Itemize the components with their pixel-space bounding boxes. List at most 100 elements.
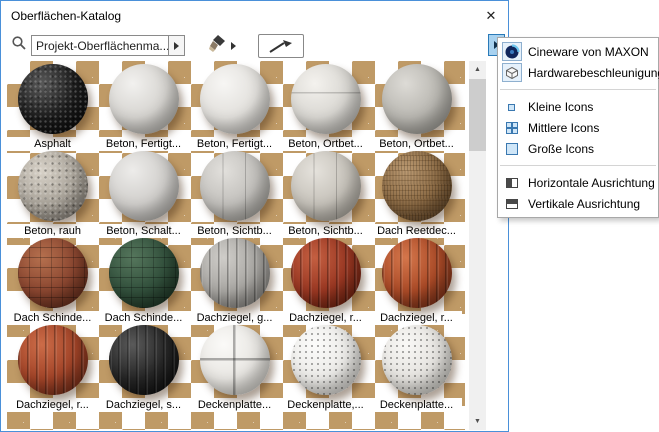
menu-separator	[500, 165, 656, 166]
material-item[interactable]: Beton, Fertigt...	[98, 64, 189, 151]
material-sphere[interactable]	[108, 238, 179, 308]
material-label: Beton, Sichtb...	[189, 224, 280, 238]
panel-context-menu: Cineware von MAXON Hardwarebeschleunigung…	[497, 37, 659, 218]
material-sphere[interactable]	[17, 325, 88, 395]
menu-separator	[500, 89, 656, 90]
material-label: Dachziegel, g...	[189, 311, 280, 325]
scrollbar-thumb[interactable]	[469, 79, 486, 151]
material-sphere[interactable]	[381, 151, 452, 221]
eyedropper-icon	[269, 39, 292, 53]
material-label: Dachziegel, r...	[7, 398, 98, 412]
material-label: Dachziegel, r...	[280, 311, 371, 325]
material-grid: Asphalt Beton, Fertigt... Beton, Fertigt..…	[7, 61, 465, 412]
chevron-right-icon	[174, 41, 179, 50]
material-item[interactable]: Beton, Ortbet...	[371, 64, 462, 151]
material-label: Beton, rauh	[7, 224, 98, 238]
material-label: Asphalt	[7, 137, 98, 151]
small-icons-icon	[502, 97, 522, 116]
material-grid-area: Asphalt Beton, Fertigt... Beton, Fertigt..…	[7, 61, 465, 430]
toolbar: Projekt-Oberflächenma...	[1, 30, 508, 61]
material-item[interactable]: Deckenplatte...	[371, 325, 462, 412]
brush-flyout-icon[interactable]	[231, 41, 236, 50]
vertical-alignment-icon	[502, 194, 522, 213]
surface-catalog-window: Oberflächen-Katalog ✕ Projekt-Oberfläche…	[0, 0, 509, 432]
material-item[interactable]: Beton, Sichtb...	[280, 151, 371, 238]
material-label: Beton, Fertigt...	[189, 137, 280, 151]
material-item[interactable]: Asphalt	[7, 64, 98, 151]
material-label: Dachziegel, r...	[371, 311, 462, 325]
material-sphere[interactable]	[108, 64, 179, 134]
material-item[interactable]: Deckenplatte,...	[280, 325, 371, 412]
menu-item-label: Vertikale Ausrichtung	[528, 196, 641, 211]
menu-item[interactable]: Horizontale Ausrichtung	[498, 172, 658, 193]
scroll-down-button[interactable]: ▼	[469, 413, 486, 430]
material-item[interactable]: Dachziegel, r...	[7, 325, 98, 412]
window-title: Oberflächen-Katalog	[11, 8, 122, 23]
vertical-scrollbar[interactable]: ▲ ▼	[469, 61, 486, 430]
cineware-icon	[502, 42, 522, 61]
menu-item[interactable]: Mittlere Icons	[498, 117, 658, 138]
material-item[interactable]: Dach Schinde...	[98, 238, 189, 325]
material-sphere[interactable]	[381, 238, 452, 308]
catalog-flyout-button[interactable]	[169, 35, 185, 56]
titlebar: Oberflächen-Katalog ✕	[1, 1, 508, 30]
material-sphere[interactable]	[199, 151, 270, 221]
material-label: Beton, Ortbet...	[371, 137, 462, 151]
material-sphere[interactable]	[290, 151, 361, 221]
material-item[interactable]: Deckenplatte...	[189, 325, 280, 412]
material-label: Dachziegel, s...	[98, 398, 189, 412]
material-label: Beton, Sichtb...	[280, 224, 371, 238]
close-button[interactable]: ✕	[474, 1, 508, 30]
material-item[interactable]: Beton, Sichtb...	[189, 151, 280, 238]
material-item[interactable]: Dachziegel, s...	[98, 325, 189, 412]
material-label: Deckenplatte...	[371, 398, 462, 412]
material-item[interactable]: Dachziegel, g...	[189, 238, 280, 325]
menu-item-label: Cineware von MAXON	[528, 44, 649, 59]
menu-item[interactable]: Cineware von MAXON	[498, 41, 658, 62]
material-sphere[interactable]	[17, 151, 88, 221]
material-item[interactable]: Dach Schinde...	[7, 238, 98, 325]
material-sphere[interactable]	[199, 325, 270, 395]
menu-item[interactable]: Kleine Icons	[498, 96, 658, 117]
material-sphere[interactable]	[17, 238, 88, 308]
material-label: Dach Schinde...	[7, 311, 98, 325]
material-item[interactable]: Beton, Ortbet...	[280, 64, 371, 151]
medium-icons-icon	[502, 118, 522, 137]
material-sphere[interactable]	[17, 64, 88, 134]
material-sphere[interactable]	[108, 325, 179, 395]
material-sphere[interactable]	[290, 64, 361, 134]
material-label: Beton, Schalt...	[98, 224, 189, 238]
menu-item[interactable]: Hardwarebeschleunigung	[498, 62, 659, 83]
material-sphere[interactable]	[381, 325, 452, 395]
material-item[interactable]: Dach Reetdec...	[371, 151, 462, 238]
menu-item-label: Große Icons	[528, 141, 595, 156]
large-icons-icon	[502, 139, 522, 158]
menu-item[interactable]: Vertikale Ausrichtung	[498, 193, 658, 214]
search-icon[interactable]	[11, 35, 27, 56]
material-sphere[interactable]	[199, 64, 270, 134]
eyedropper-button[interactable]	[258, 33, 304, 58]
menu-item[interactable]: Große Icons	[498, 138, 658, 159]
material-item[interactable]: Beton, Schalt...	[98, 151, 189, 238]
material-label: Deckenplatte...	[189, 398, 280, 412]
horizontal-alignment-icon	[502, 173, 522, 192]
scroll-up-button[interactable]: ▲	[469, 61, 486, 78]
material-label: Dach Reetdec...	[371, 224, 462, 238]
material-sphere[interactable]	[290, 238, 361, 308]
material-item[interactable]: Dachziegel, r...	[280, 238, 371, 325]
material-sphere[interactable]	[108, 151, 179, 221]
menu-item-label: Horizontale Ausrichtung	[528, 175, 655, 190]
menu-item-label: Kleine Icons	[528, 99, 594, 114]
menu-item-label: Hardwarebeschleunigung	[528, 65, 659, 80]
material-label: Deckenplatte,...	[280, 398, 371, 412]
material-item[interactable]: Dachziegel, r...	[371, 238, 462, 325]
material-label: Beton, Fertigt...	[98, 137, 189, 151]
material-item[interactable]: Beton, Fertigt...	[189, 64, 280, 151]
menu-item-label: Mittlere Icons	[528, 120, 600, 135]
catalog-select[interactable]: Projekt-Oberflächenma...	[31, 35, 169, 56]
material-sphere[interactable]	[290, 325, 361, 395]
material-sphere[interactable]	[381, 64, 452, 134]
material-sphere[interactable]	[199, 238, 270, 308]
material-item[interactable]: Beton, rauh	[7, 151, 98, 238]
brush-icon[interactable]	[207, 33, 227, 58]
